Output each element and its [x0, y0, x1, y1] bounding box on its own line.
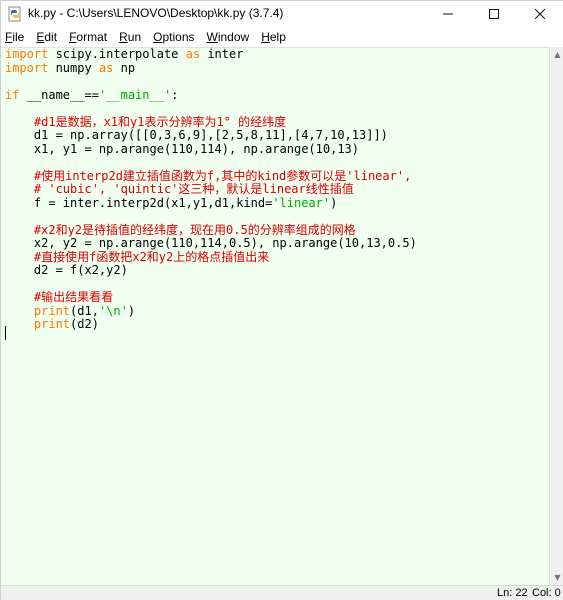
code-token: '\n': [98, 303, 128, 318]
code-token: inter: [200, 47, 244, 61]
code-token: #使用interp2d建立插值函数为f,其中的kind参数可以是'linear'…: [5, 168, 412, 183]
menu-format[interactable]: Format: [67, 30, 107, 44]
column-number-indicator: Col: 0: [532, 587, 561, 599]
code-token: if: [5, 87, 20, 102]
code-line[interactable]: d2 = f(x2,y2): [5, 263, 417, 278]
code-token: f = inter.interp2d(x1,y1,d1,kind=: [5, 195, 273, 210]
window-title: kk.py - C:\Users\LENOVO\Desktop\kk.py (3…: [28, 6, 284, 20]
code-line[interactable]: import scipy.interpolate as inter: [5, 48, 417, 62]
code-line[interactable]: if __name__=='__main__':: [5, 87, 417, 103]
code-line[interactable]: [5, 278, 417, 292]
menu-options[interactable]: Options: [151, 30, 194, 44]
python-file-icon: [7, 6, 23, 22]
code-token: #x2和y2是待插值的经纬度，现在用0.5的分辨率组成的网格: [5, 222, 356, 237]
code-line[interactable]: # 'cubic', 'quintic'这三种，默认是linear线性插值: [5, 182, 417, 197]
scroll-down-arrow-icon[interactable]: ▼: [550, 570, 563, 585]
code-token: print: [5, 317, 71, 331]
code-token: (d2): [70, 317, 99, 331]
menu-bar: File Edit Format Run Options Window Help: [1, 27, 563, 47]
menu-run[interactable]: Run: [117, 30, 141, 44]
status-bar: Ln: 22 Col: 0: [1, 585, 563, 600]
code-token: import: [5, 47, 49, 61]
code-token: x1, y1 = np.arange(110,114), np.arange(1…: [5, 141, 360, 156]
code-token: ): [330, 195, 338, 210]
code-text[interactable]: import scipy.interpolate as inter import …: [5, 48, 417, 345]
text-cursor: [5, 326, 6, 340]
code-token: #d1是数据，x1和y1表示分辨率为1° 的经纬度: [5, 114, 287, 129]
code-token: d1 = np.array([[0,3,6,9],[2,5,8,11],[4,7…: [5, 128, 388, 142]
code-token: (d1,: [70, 303, 99, 318]
code-line[interactable]: #使用interp2d建立插值函数为f,其中的kind参数可以是'linear'…: [5, 168, 417, 184]
menu-window[interactable]: Window: [205, 30, 250, 44]
code-line[interactable]: #输出结果看看: [5, 290, 417, 305]
code-token: print: [5, 303, 71, 318]
code-token: as: [185, 47, 201, 61]
code-line[interactable]: x2, y2 = np.arange(110,114,0.5), np.aran…: [5, 236, 417, 251]
code-line[interactable]: [5, 210, 417, 224]
code-line[interactable]: #x2和y2是待插值的经纬度，现在用0.5的分辨率组成的网格: [5, 222, 417, 238]
code-line[interactable]: import numpy as np: [5, 60, 417, 76]
code-token: # 'cubic', 'quintic'这三种，默认是linear线性插值: [5, 182, 354, 196]
code-line[interactable]: [5, 332, 417, 346]
code-token: #直接使用f函数把x2和y2上的格点插值出来: [5, 249, 270, 264]
code-token: numpy: [48, 60, 99, 75]
code-token: #输出结果看看: [5, 290, 114, 304]
menu-file[interactable]: File: [3, 30, 24, 44]
close-button[interactable]: [517, 1, 563, 27]
code-token: as: [98, 60, 114, 75]
code-token: :: [171, 87, 179, 102]
code-line[interactable]: f = inter.interp2d(x1,y1,d1,kind='linear…: [5, 195, 417, 211]
code-token: d2 = f(x2,y2): [5, 263, 128, 277]
code-line[interactable]: [5, 102, 417, 116]
line-number-indicator: Ln: 22: [497, 587, 528, 599]
maximize-button[interactable]: [471, 1, 517, 27]
menu-edit[interactable]: Edit: [34, 30, 57, 44]
code-line[interactable]: #d1是数据，x1和y1表示分辨率为1° 的经纬度: [5, 114, 417, 130]
code-token: 'linear': [272, 195, 331, 210]
code-line[interactable]: d1 = np.array([[0,3,6,9],[2,5,8,11],[4,7…: [5, 128, 417, 143]
code-token: np: [113, 60, 136, 75]
menu-help[interactable]: Help: [259, 30, 286, 44]
code-line[interactable]: print(d2): [5, 317, 417, 332]
vertical-scrollbar[interactable]: ▲ ▼: [549, 47, 563, 585]
code-line[interactable]: x1, y1 = np.arange(110,114), np.arange(1…: [5, 141, 417, 157]
code-line[interactable]: #直接使用f函数把x2和y2上的格点插值出来: [5, 249, 417, 265]
scroll-up-arrow-icon[interactable]: ▲: [550, 47, 563, 62]
code-token: ): [127, 303, 136, 318]
code-token: '__main__': [98, 87, 172, 102]
code-editor[interactable]: import scipy.interpolate as inter import …: [1, 47, 549, 585]
code-token: import: [5, 60, 49, 75]
code-line[interactable]: [5, 75, 417, 89]
code-token: scipy.interpolate: [48, 47, 186, 61]
code-token: __name__==: [19, 87, 99, 102]
code-line[interactable]: [5, 156, 417, 170]
minimize-button[interactable]: [425, 1, 471, 27]
title-bar[interactable]: kk.py - C:\Users\LENOVO\Desktop\kk.py (3…: [1, 1, 563, 27]
idle-editor-window: kk.py - C:\Users\LENOVO\Desktop\kk.py (3…: [0, 0, 563, 600]
code-line[interactable]: print(d1,'\n'): [5, 303, 417, 319]
code-token: x2, y2 = np.arange(110,114,0.5), np.aran…: [5, 236, 417, 250]
